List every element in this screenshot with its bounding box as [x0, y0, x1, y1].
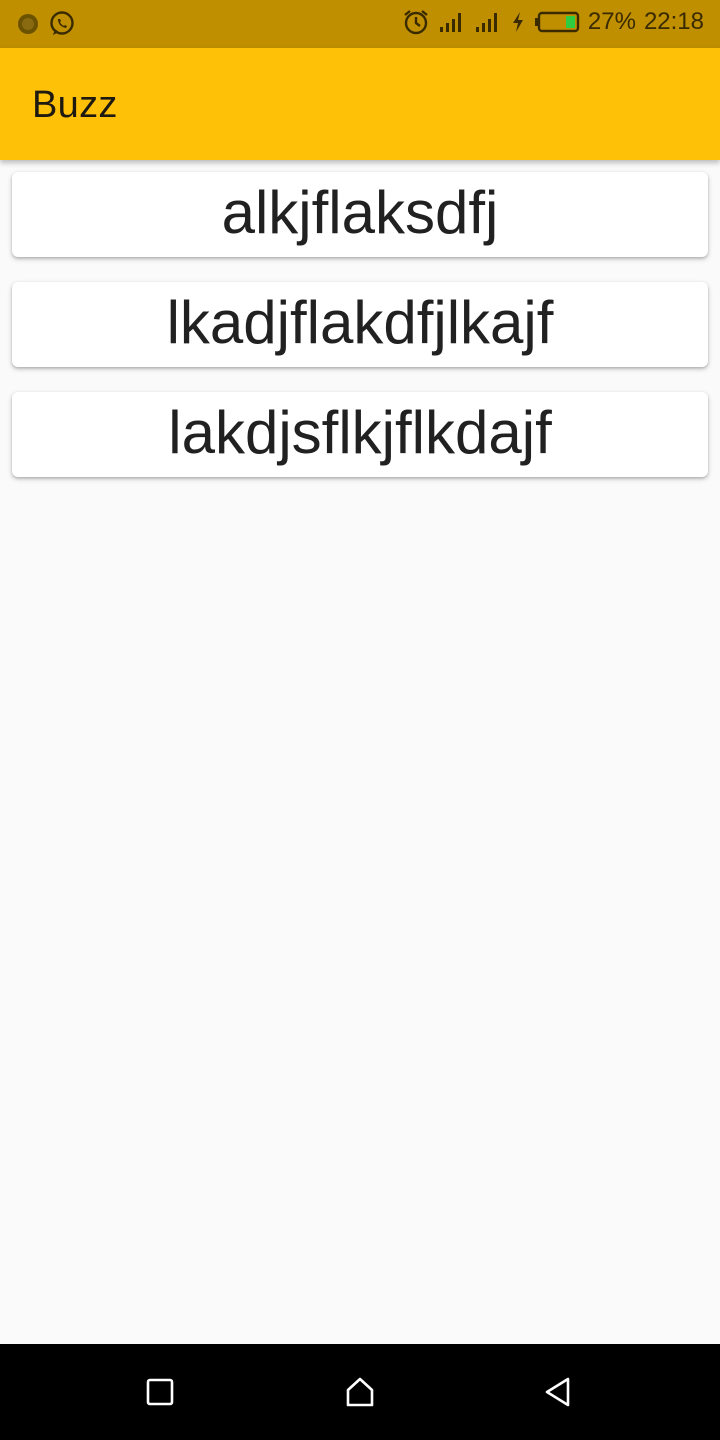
signal-icon: [474, 10, 502, 34]
clock: 22:18: [643, 8, 704, 35]
back-button[interactable]: [538, 1374, 578, 1414]
list-item-label: lakdjsflkjflkdajf: [168, 398, 552, 466]
recent-apps-icon: [145, 1377, 175, 1412]
page-title: Buzz: [32, 84, 118, 126]
status-bar-system: 27% 22:18: [402, 8, 704, 36]
home-button[interactable]: [340, 1374, 380, 1414]
list-item-label: alkjflaksdfj: [221, 178, 499, 246]
charging-icon: [510, 10, 526, 34]
whatsapp-icon: [48, 10, 76, 38]
back-icon: [542, 1376, 574, 1413]
alarm-icon: [402, 8, 430, 36]
item-list: alkjflaksdfj lkadjflakdfjlkajf lakdjsflk…: [12, 172, 708, 502]
list-item[interactable]: lkadjflakdfjlkajf: [12, 282, 708, 367]
battery-icon: [534, 10, 580, 34]
battery-percent: 27%: [587, 8, 636, 35]
status-bar: 27% 22:18: [0, 0, 720, 48]
status-bar-notifications: [16, 10, 76, 38]
list-item[interactable]: alkjflaksdfj: [12, 172, 708, 257]
navigation-bar: [0, 1344, 720, 1440]
list-item[interactable]: lakdjsflkjflkdajf: [12, 392, 708, 477]
signal-icon: [438, 10, 466, 34]
app-bar: Buzz: [0, 48, 720, 160]
recent-apps-button[interactable]: [140, 1374, 180, 1414]
notification-app-icon: [16, 12, 40, 36]
list-item-label: lkadjflakdfjlkajf: [166, 288, 554, 356]
home-icon: [344, 1376, 376, 1413]
